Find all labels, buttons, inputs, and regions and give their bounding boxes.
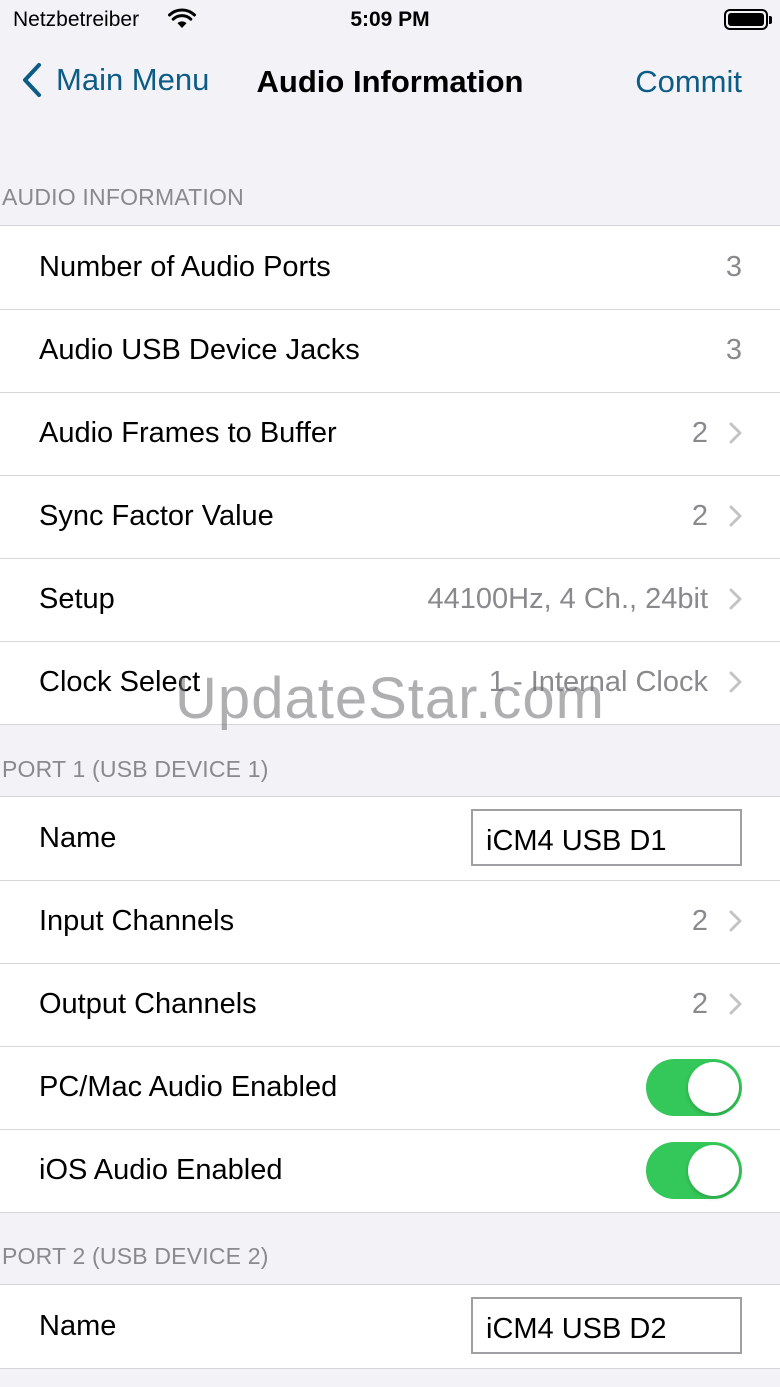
row-port1-name: Name iCM4 USB D1 [0, 797, 780, 880]
row-label: Output Channels [39, 988, 257, 1020]
toggle-knob [688, 1062, 739, 1113]
row-port1-ios-audio: iOS Audio Enabled [0, 1129, 780, 1212]
row-value: 2 [691, 905, 708, 937]
row-number-of-audio-ports: Number of Audio Ports 3 [0, 226, 780, 309]
back-button-label: Main Menu [56, 62, 210, 97]
ios-audio-toggle[interactable] [646, 1142, 742, 1199]
row-value: 2 [691, 417, 708, 449]
row-value: 3 [725, 334, 742, 366]
row-label: Name [39, 1310, 117, 1342]
row-value: 1 - Internal Clock [488, 666, 708, 698]
row-label: Audio USB Device Jacks [39, 334, 360, 366]
row-label: Audio Frames to Buffer [39, 417, 337, 449]
row-label: Input Channels [39, 905, 235, 937]
row-sync-factor-value[interactable]: Sync Factor Value 2 [0, 475, 780, 558]
chevron-right-icon [729, 993, 742, 1015]
row-label: Number of Audio Ports [39, 251, 331, 283]
row-port1-pc-mac-audio: PC/Mac Audio Enabled [0, 1046, 780, 1129]
row-port2-name: Name iCM4 USB D2 [0, 1285, 780, 1368]
chevron-right-icon [729, 588, 742, 610]
row-value: 2 [691, 500, 708, 532]
row-label: Setup [39, 583, 115, 615]
toggle-knob [688, 1145, 739, 1196]
row-audio-usb-device-jacks: Audio USB Device Jacks 3 [0, 309, 780, 392]
row-value: 3 [725, 251, 742, 283]
row-audio-frames-to-buffer[interactable]: Audio Frames to Buffer 2 [0, 392, 780, 475]
section-header-port-2: PORT 2 (USB DEVICE 2) [2, 1243, 269, 1269]
back-button[interactable]: Main Menu [22, 58, 209, 102]
row-value: 44100Hz, 4 Ch., 24bit [427, 583, 708, 615]
row-label: iOS Audio Enabled [39, 1154, 283, 1186]
chevron-right-icon [729, 910, 742, 932]
port-1-group: Name iCM4 USB D1 Input Channels 2 Output… [0, 796, 780, 1213]
row-label: Clock Select [39, 666, 201, 698]
navigation-bar: Main Menu Audio Information Commit [0, 44, 780, 116]
audio-information-group: Number of Audio Ports 3 Audio USB Device… [0, 225, 780, 725]
port-2-group: Name iCM4 USB D2 [0, 1284, 780, 1369]
row-port1-input-channels[interactable]: Input Channels 2 [0, 880, 780, 963]
row-label: Sync Factor Value [39, 500, 274, 532]
commit-button[interactable]: Commit [635, 64, 742, 100]
chevron-right-icon [729, 505, 742, 527]
row-clock-select[interactable]: Clock Select 1 - Internal Clock [0, 641, 780, 724]
row-label: PC/Mac Audio Enabled [39, 1071, 338, 1103]
row-port1-output-channels[interactable]: Output Channels 2 [0, 963, 780, 1046]
row-setup[interactable]: Setup 44100Hz, 4 Ch., 24bit [0, 558, 780, 641]
pc-mac-audio-toggle[interactable] [646, 1059, 742, 1116]
status-bar: Netzbetreiber 5:09 PM [0, 0, 780, 44]
section-header-audio-information: AUDIO INFORMATION [2, 184, 244, 210]
status-time: 5:09 PM [350, 8, 430, 31]
section-header-port-1: PORT 1 (USB DEVICE 1) [2, 756, 269, 782]
battery-icon [724, 9, 772, 30]
chevron-right-icon [729, 422, 742, 444]
port2-name-field[interactable]: iCM4 USB D2 [471, 1297, 742, 1354]
port1-name-field[interactable]: iCM4 USB D1 [471, 809, 742, 866]
row-label: Name [39, 822, 117, 854]
chevron-left-icon [23, 63, 41, 97]
row-value: 2 [691, 988, 708, 1020]
chevron-right-icon [729, 671, 742, 693]
